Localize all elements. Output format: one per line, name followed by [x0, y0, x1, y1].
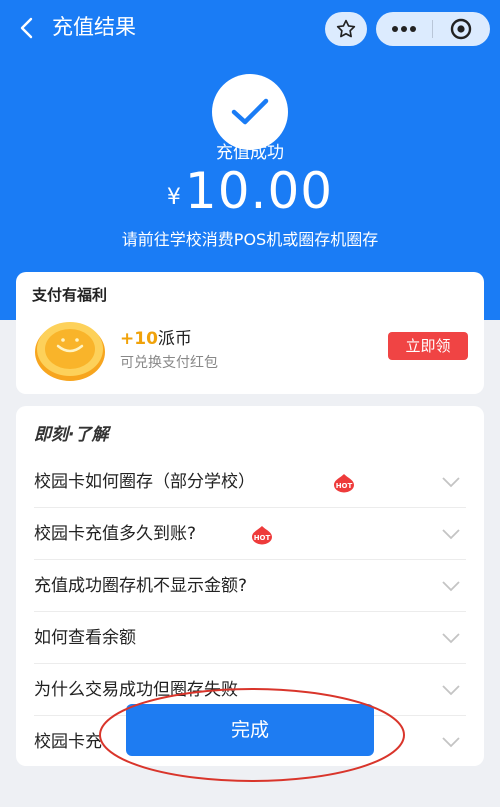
reward-unit: 派币	[157, 329, 192, 349]
back-arrow-icon[interactable]	[14, 14, 42, 42]
chevron-down-icon	[442, 526, 460, 540]
faq-question: 校园卡如何圈存（部分学校）	[34, 472, 255, 492]
page-title: 充值结果	[52, 15, 136, 39]
faq-item-4[interactable]: 如何查看余额	[16, 612, 484, 664]
reward-description: 可兑换支付红包	[120, 355, 218, 371]
hot-label: HOT	[254, 534, 271, 542]
hot-badge-icon: HOT	[250, 525, 274, 545]
faq-item-1[interactable]: 校园卡如何圈存（部分学校） HOT	[16, 456, 484, 508]
nav-bar: 充值结果	[0, 0, 500, 56]
hot-badge-icon: HOT	[332, 473, 356, 493]
close-mini-program-icon[interactable]	[433, 12, 489, 46]
chevron-down-icon	[442, 682, 460, 696]
success-check-icon	[212, 74, 288, 150]
amount-value: 10.00	[184, 162, 334, 220]
faq-question: 校园卡充值多久到账?	[34, 524, 197, 544]
chevron-down-icon	[442, 474, 460, 488]
benefit-title: 支付有福利	[32, 286, 108, 304]
more-icon[interactable]	[376, 12, 432, 46]
currency-symbol: ¥	[166, 185, 181, 210]
faq-question: 充值成功圈存机不显示金额?	[34, 576, 248, 596]
star-icon	[336, 19, 356, 38]
hint-text: 请前往学校消费POS机或圈存机圈存	[121, 230, 379, 249]
reward-amount: +10派币	[120, 324, 192, 349]
chevron-down-icon	[442, 734, 460, 748]
amount-display: ¥10.00	[0, 162, 500, 232]
chevron-down-icon	[442, 578, 460, 592]
claim-button[interactable]: 立即领	[388, 332, 468, 360]
faq-question: 如何查看余额	[34, 628, 136, 648]
benefit-card: 支付有福利 +10派币 可兑换支付红包 立即领	[16, 272, 484, 394]
faq-question: 校园卡充	[34, 732, 102, 752]
coin-icon	[34, 318, 106, 382]
hot-label: HOT	[336, 482, 353, 490]
favorite-button[interactable]	[325, 12, 367, 46]
done-button[interactable]: 完成	[126, 704, 374, 756]
faq-header: 即刻·了解	[34, 425, 109, 445]
reward-plus: +10	[120, 329, 158, 349]
chevron-down-icon	[442, 630, 460, 644]
faq-item-3[interactable]: 充值成功圈存机不显示金额?	[16, 560, 484, 612]
mini-program-capsule	[376, 12, 490, 46]
faq-item-2[interactable]: 校园卡充值多久到账? HOT	[16, 508, 484, 560]
status-text: 充值成功	[216, 143, 284, 163]
